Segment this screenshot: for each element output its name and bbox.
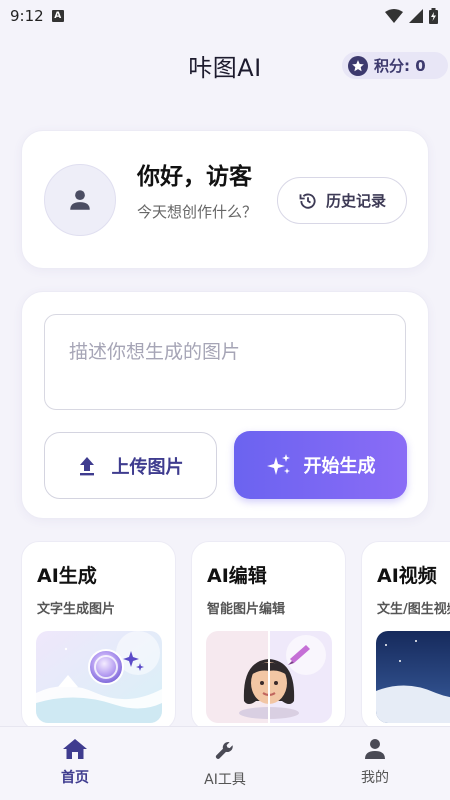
nav-label-profile: 我的	[361, 770, 389, 786]
nav-item-ai-tools[interactable]: AI工具	[150, 727, 300, 800]
history-button-label: 历史记录	[325, 192, 386, 210]
tool-card-ai-video[interactable]: AI视频 文生/图生视频	[361, 541, 450, 731]
tool-card-ai-generate[interactable]: AI生成 文字生成图片	[21, 541, 176, 731]
generate-button[interactable]: 开始生成	[234, 431, 407, 499]
person-icon	[365, 739, 385, 759]
bottom-nav: 首页 AI工具 我的	[0, 726, 450, 800]
wrench-icon	[215, 742, 233, 759]
greeting-title: 你好，访客	[137, 164, 252, 190]
tool-title: AI视频	[377, 565, 437, 587]
greeting-subtitle: 今天想创作什么？	[137, 203, 258, 221]
nav-item-home[interactable]: 首页	[0, 727, 150, 800]
signal-icon	[409, 9, 423, 23]
ai-generate-illustration	[36, 631, 162, 723]
ai-video-illustration	[376, 631, 450, 723]
tool-title: AI编辑	[207, 565, 267, 587]
wifi-icon	[385, 9, 403, 23]
points-label: 积分: 0	[374, 57, 426, 75]
points-badge[interactable]: 积分: 0	[342, 52, 448, 79]
prompt-input[interactable]: 描述你想生成的图片	[44, 314, 406, 410]
status-indicators	[385, 8, 438, 24]
avatar[interactable]	[44, 164, 116, 236]
ai-edit-illustration	[206, 631, 332, 723]
status-time: 9:12	[10, 7, 44, 25]
notification-icon: A	[51, 10, 64, 22]
status-bar: 9:12 A	[0, 0, 450, 32]
nav-item-profile[interactable]: 我的	[300, 727, 450, 800]
tool-subtitle: 文字生成图片	[37, 602, 116, 617]
sparkle-icon	[266, 454, 290, 475]
welcome-card: 你好，访客 今天想创作什么？ 历史记录	[21, 130, 429, 269]
nav-label-ai-tools: AI工具	[204, 772, 246, 788]
tool-card-ai-edit[interactable]: AI编辑 智能图片编辑	[191, 541, 346, 731]
header: 咔图AI 积分: 0	[0, 42, 450, 88]
tool-title: AI生成	[37, 565, 97, 587]
upload-image-button[interactable]: 上传图片	[44, 432, 217, 499]
upload-icon	[79, 456, 94, 475]
tool-subtitle: 文生/图生视频	[377, 602, 450, 617]
nav-label-home: 首页	[61, 770, 89, 786]
star-icon	[348, 55, 368, 76]
history-button[interactable]: 历史记录	[277, 177, 407, 224]
person-icon	[70, 190, 90, 210]
history-icon	[299, 193, 316, 209]
home-icon	[63, 739, 87, 759]
tool-subtitle: 智能图片编辑	[207, 602, 286, 617]
upload-button-label: 上传图片	[111, 456, 184, 478]
tools-row: AI生成 文字生成图片 AI编辑 智能图片编辑 AI视频 文生/图生视	[21, 541, 450, 731]
generate-button-label: 开始生成	[303, 456, 376, 477]
prompt-card: 描述你想生成的图片 上传图片 开始生成	[21, 291, 429, 519]
battery-icon	[429, 8, 438, 24]
